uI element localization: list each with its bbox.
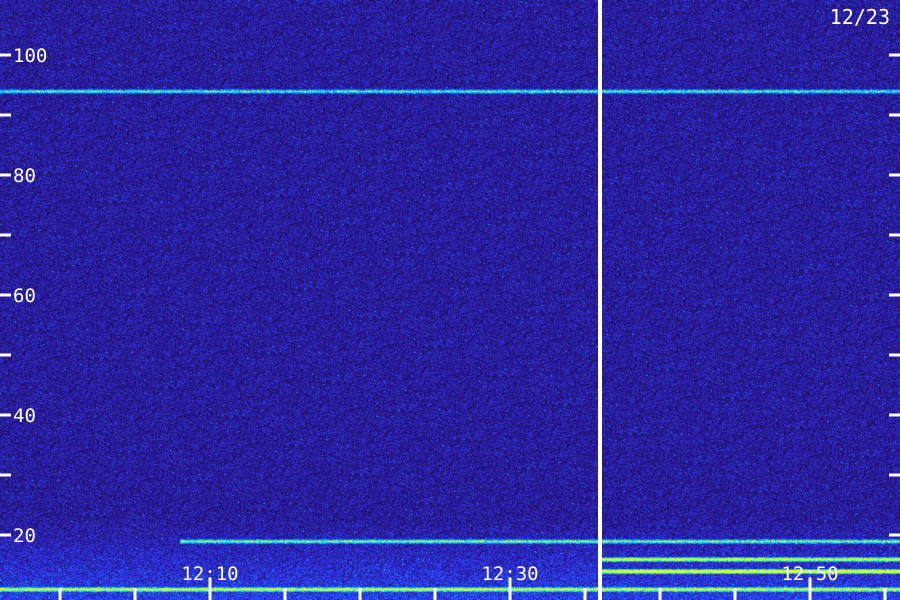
y-tick-label: 40	[13, 405, 36, 427]
y-axis-left	[0, 53, 11, 537]
chart-overlay: 100 80 60 40 20 12:10 12:30 12:50 12/23	[0, 0, 900, 600]
y-tick-label: 20	[13, 525, 36, 547]
y-tick-label: 100	[13, 45, 47, 67]
y-axis-right	[889, 53, 900, 537]
y-tick-label: 60	[13, 285, 36, 307]
spectrogram-chart: 100 80 60 40 20 12:10 12:30 12:50 12/23	[0, 0, 900, 600]
date-label: 12/23	[830, 5, 890, 29]
y-tick-labels: 100 80 60 40 20	[13, 45, 47, 547]
x-tick-labels: 12:10 12:30 12:50	[181, 563, 838, 585]
x-tick-label: 12:10	[181, 563, 238, 585]
x-tick-label: 12:30	[481, 563, 538, 585]
x-tick-label: 12:50	[781, 563, 838, 585]
y-tick-label: 80	[13, 165, 36, 187]
